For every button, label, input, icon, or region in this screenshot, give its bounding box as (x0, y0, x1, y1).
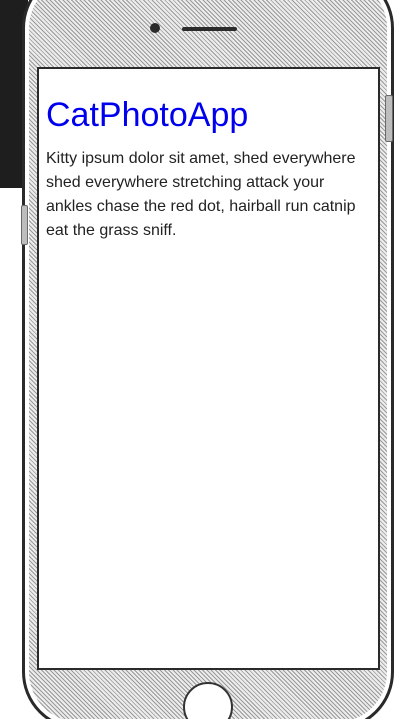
screen-content: CatPhotoApp Kitty ipsum dolor sit amet, … (39, 69, 378, 243)
intro-paragraph: Kitty ipsum dolor sit amet, shed everywh… (46, 150, 356, 239)
app-title: CatPhotoApp (46, 96, 249, 134)
front-camera-icon (150, 23, 160, 33)
device-mockup-stage: CatPhotoApp Kitty ipsum dolor sit amet, … (0, 0, 402, 719)
speaker-grille-icon (182, 27, 237, 31)
side-button (385, 95, 393, 142)
phone-screen: CatPhotoApp Kitty ipsum dolor sit amet, … (37, 67, 380, 670)
side-button (21, 205, 28, 245)
